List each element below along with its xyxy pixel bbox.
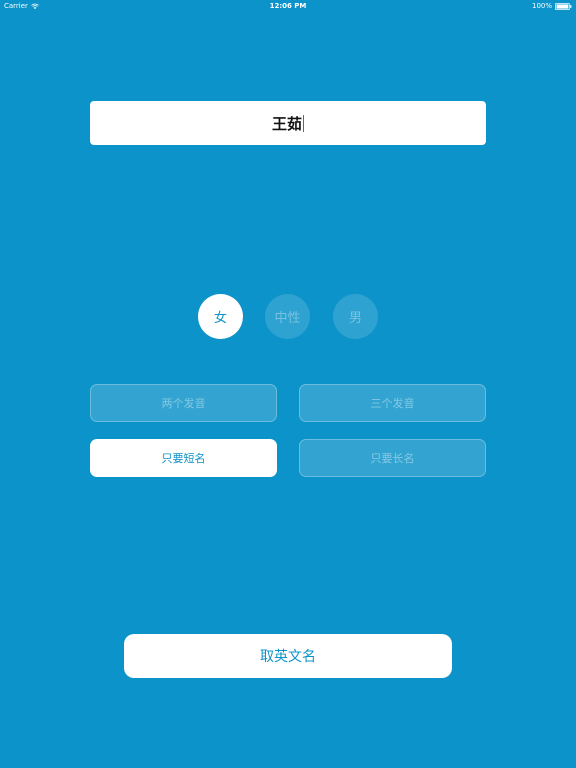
gender-neutral-button[interactable]: 中性 bbox=[265, 294, 310, 339]
gender-male-button[interactable]: 男 bbox=[333, 294, 378, 339]
three-syllables-button[interactable]: 三个发音 bbox=[299, 384, 486, 422]
battery-percent: 100% bbox=[531, 2, 552, 10]
status-right: 100% bbox=[532, 0, 572, 12]
gender-female-button[interactable]: 女 bbox=[198, 294, 243, 339]
name-input-value: 王茹 bbox=[271, 114, 302, 133]
short-name-only-button[interactable]: 只要短名 bbox=[90, 439, 277, 477]
text-caret bbox=[303, 114, 304, 132]
get-english-name-button[interactable]: 取英文名 bbox=[124, 634, 452, 678]
battery-icon bbox=[555, 2, 572, 10]
status-bar: Carrier 12:06 PM 100% bbox=[0, 0, 576, 12]
long-name-only-button[interactable]: 只要长名 bbox=[299, 439, 486, 477]
status-time: 12:06 PM bbox=[269, 2, 307, 10]
two-syllables-button[interactable]: 两个发音 bbox=[90, 384, 277, 422]
name-input[interactable]: 王茹 bbox=[90, 101, 486, 145]
